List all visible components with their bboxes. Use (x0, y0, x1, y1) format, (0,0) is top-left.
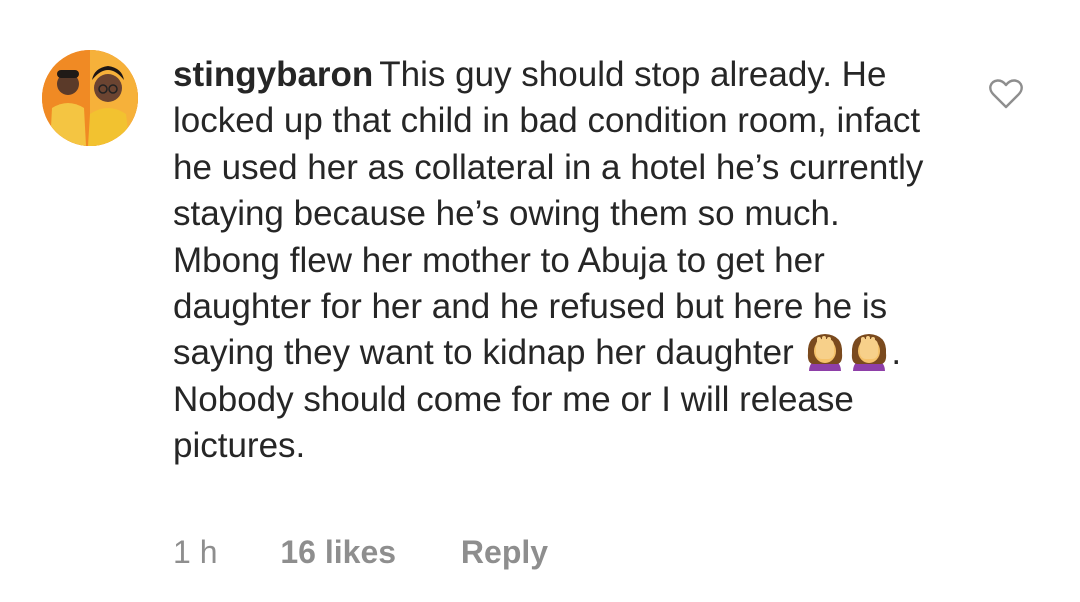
profile-avatar-icon (42, 50, 138, 146)
face-palm-emoji (808, 334, 843, 372)
heart-outline-icon (989, 79, 1023, 109)
comment-item: stingybaron This guy should stop already.… (0, 0, 1080, 602)
comment-meta-row: 1 h 16 likes Reply (173, 534, 548, 576)
reply-button[interactable]: Reply (461, 534, 548, 571)
like-comment-button[interactable] (988, 78, 1024, 110)
comment-body: stingybaron This guy should stop already.… (173, 52, 953, 470)
comment-timestamp: 1 h (173, 534, 218, 570)
face-palm-emoji (852, 334, 887, 372)
comment-text-part-1: This guy should stop already. He locked … (173, 55, 924, 373)
profile-avatar[interactable] (42, 50, 138, 146)
comment-likes-count[interactable]: 16 likes (280, 534, 396, 571)
comment-username[interactable]: stingybaron (173, 55, 373, 94)
